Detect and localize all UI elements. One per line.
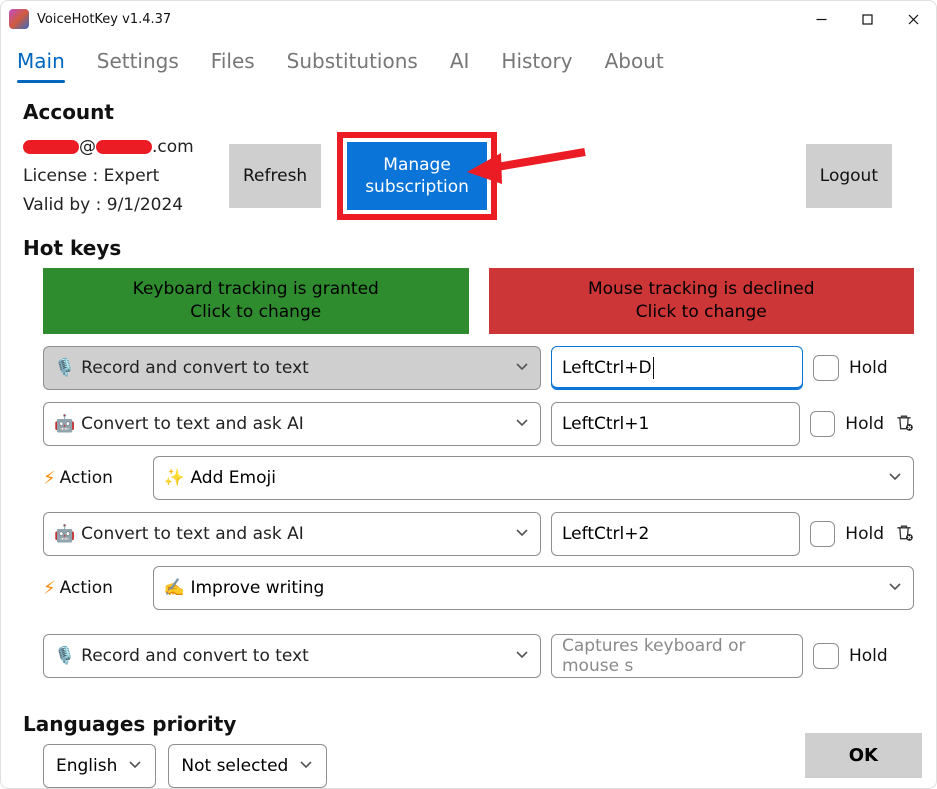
bolt-icon: ⚡ xyxy=(43,578,56,599)
tracking-bars: Keyboard tracking is granted Click to ch… xyxy=(43,268,914,334)
footer: OK xyxy=(805,733,922,778)
manage-subscription-button[interactable]: Manage subscription xyxy=(347,142,487,210)
hotkey-row: 🤖Convert to text and ask AI LeftCtrl+2 H… xyxy=(43,512,914,556)
keyboard-tracking-bar[interactable]: Keyboard tracking is granted Click to ch… xyxy=(43,268,469,334)
hotkey-row: 🎙️Record and convert to text Captures ke… xyxy=(43,634,914,678)
hotkey-key-input[interactable]: LeftCtrl+D xyxy=(551,346,803,390)
chevron-down-icon xyxy=(887,578,903,599)
hotkey-key-input[interactable]: LeftCtrl+1 xyxy=(551,402,800,446)
action-label: ⚡Action xyxy=(43,468,113,489)
hold-checkbox[interactable] xyxy=(810,521,836,547)
account-section: Account @.com License : Expert Valid by … xyxy=(1,84,936,220)
account-email: @.com xyxy=(23,133,213,162)
action-label: ⚡Action xyxy=(43,578,113,599)
hotkey-key-input[interactable]: LeftCtrl+2 xyxy=(551,512,800,556)
mic-icon: 🎙️ xyxy=(54,646,75,666)
hotkey-key-input[interactable]: Captures keyboard or mouse s xyxy=(551,634,803,678)
hold-checkbox[interactable] xyxy=(813,643,839,669)
hold-checkbox[interactable] xyxy=(810,411,836,437)
mic-icon: 🎙️ xyxy=(54,358,75,378)
hotkey-mode-select[interactable]: 🎙️Record and convert to text xyxy=(43,346,541,390)
maximize-button[interactable] xyxy=(844,1,890,37)
minimize-icon xyxy=(816,14,827,25)
hotkeys-title: Hot keys xyxy=(23,236,914,260)
trash-icon xyxy=(894,522,914,542)
account-info: @.com License : Expert Valid by : 9/1/20… xyxy=(23,133,213,220)
tab-history[interactable]: History xyxy=(501,45,572,83)
chevron-down-icon xyxy=(887,468,903,489)
hotkeys-section: Hot keys Keyboard tracking is granted Cl… xyxy=(1,220,936,678)
delete-hotkey-button[interactable] xyxy=(894,412,914,436)
tab-bar: Main Settings Files Substitutions AI His… xyxy=(1,37,936,84)
sparkle-icon: ✨ xyxy=(164,468,185,488)
account-row: @.com License : Expert Valid by : 9/1/20… xyxy=(23,132,914,220)
account-valid: Valid by : 9/1/2024 xyxy=(23,191,213,220)
redacted-email-user xyxy=(23,140,79,154)
hold-label: Hold xyxy=(849,646,888,666)
hotkey-action-row: ⚡Action ✨ Add Emoji xyxy=(43,456,914,500)
hold-label: Hold xyxy=(845,524,884,544)
languages-title: Languages priority xyxy=(23,712,914,736)
tab-settings[interactable]: Settings xyxy=(97,45,179,83)
tab-files[interactable]: Files xyxy=(211,45,255,83)
hold-checkbox[interactable] xyxy=(813,355,839,381)
tab-substitutions[interactable]: Substitutions xyxy=(287,45,418,83)
action-select[interactable]: ✨ Add Emoji xyxy=(153,456,914,500)
window-buttons xyxy=(798,1,936,37)
bolt-icon: ⚡ xyxy=(43,468,56,489)
chevron-down-icon xyxy=(298,756,314,777)
delete-hotkey-button[interactable] xyxy=(894,522,914,546)
window-title: VoiceHotKey v1.4.37 xyxy=(37,12,171,27)
chevron-down-icon xyxy=(514,414,530,435)
highlight-manage-subscription: Manage subscription xyxy=(337,132,497,220)
account-title: Account xyxy=(23,100,914,124)
languages-section: Languages priority English Not selected xyxy=(1,696,936,788)
text-caret xyxy=(653,357,654,379)
robot-icon: 🤖 xyxy=(54,414,75,434)
tab-about[interactable]: About xyxy=(605,45,664,83)
maximize-icon xyxy=(862,14,873,25)
titlebar: VoiceHotKey v1.4.37 xyxy=(1,1,936,37)
trash-icon xyxy=(894,412,914,432)
robot-icon: 🤖 xyxy=(54,524,75,544)
languages-row: English Not selected xyxy=(23,744,914,788)
tab-ai[interactable]: AI xyxy=(450,45,470,83)
close-button[interactable] xyxy=(890,1,936,37)
minimize-button[interactable] xyxy=(798,1,844,37)
hold-label: Hold xyxy=(845,414,884,434)
language-primary-select[interactable]: English xyxy=(43,744,156,788)
ok-button[interactable]: OK xyxy=(805,733,922,778)
chevron-down-icon xyxy=(127,756,143,777)
hotkey-mode-select[interactable]: 🤖Convert to text and ask AI xyxy=(43,512,541,556)
account-license: License : Expert xyxy=(23,162,213,191)
writing-icon: ✍️ xyxy=(164,578,185,598)
close-icon xyxy=(908,14,919,25)
tab-main[interactable]: Main xyxy=(17,45,65,83)
refresh-button[interactable]: Refresh xyxy=(229,144,321,208)
manage-line1: Manage xyxy=(383,155,451,175)
hotkey-mode-select[interactable]: 🤖Convert to text and ask AI xyxy=(43,402,541,446)
action-select[interactable]: ✍️ Improve writing xyxy=(153,566,914,610)
hotkey-action-row: ⚡Action ✍️ Improve writing xyxy=(43,566,914,610)
chevron-down-icon xyxy=(514,524,530,545)
hotkey-row: 🤖Convert to text and ask AI LeftCtrl+1 H… xyxy=(43,402,914,446)
hotkey-mode-select[interactable]: 🎙️Record and convert to text xyxy=(43,634,541,678)
logout-button[interactable]: Logout xyxy=(806,144,892,208)
hold-label: Hold xyxy=(849,358,888,378)
hotkey-row: 🎙️Record and convert to text LeftCtrl+D … xyxy=(43,346,914,390)
chevron-down-icon xyxy=(514,358,530,379)
language-secondary-select[interactable]: Not selected xyxy=(168,744,327,788)
redacted-email-domain xyxy=(96,140,152,154)
chevron-down-icon xyxy=(514,646,530,667)
app-icon xyxy=(9,9,29,29)
mouse-tracking-bar[interactable]: Mouse tracking is declined Click to chan… xyxy=(489,268,915,334)
manage-line2: subscription xyxy=(365,177,469,197)
